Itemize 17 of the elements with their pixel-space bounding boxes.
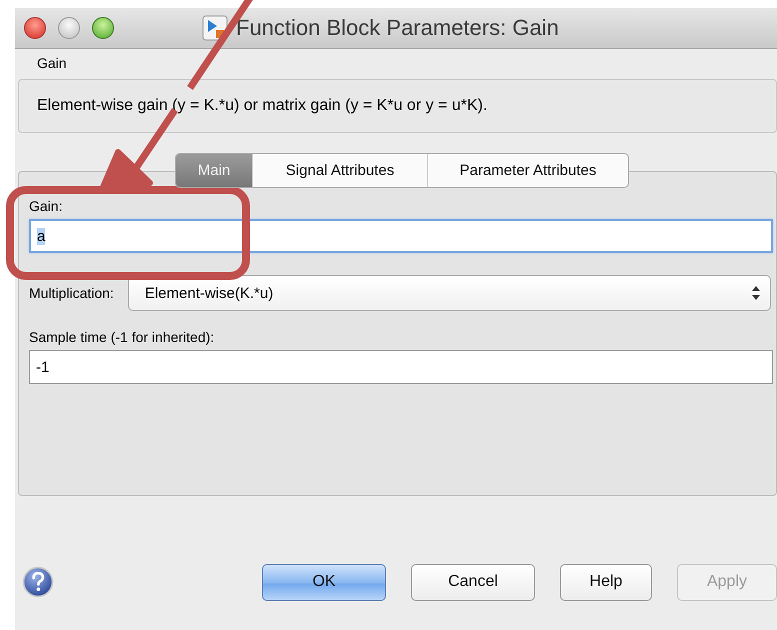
- input-field[interactable]: -1: [29, 350, 773, 384]
- block-name: Gain: [36, 54, 68, 73]
- ok-button[interactable]: OK: [262, 564, 386, 600]
- close-button[interactable]: [24, 17, 46, 39]
- dropdown[interactable]: Element-wise(K.*u): [128, 275, 771, 311]
- tab[interactable]: Signal Attributes: [252, 154, 427, 187]
- window-title: Function Block Parameters: Gain: [236, 15, 559, 41]
- dialog-button[interactable]: Help: [560, 564, 652, 600]
- minimize-button[interactable]: [58, 17, 80, 39]
- block-icon: [202, 15, 228, 41]
- input-field[interactable]: a: [29, 219, 773, 253]
- field-label: Sample time (-1 for inherited):: [29, 329, 216, 345]
- field-label: Multiplication:: [29, 285, 114, 301]
- zoom-button[interactable]: [92, 17, 114, 39]
- field-label: Gain:: [29, 198, 64, 214]
- stepper-arrows-icon: [752, 286, 760, 300]
- dialog-button[interactable]: Cancel: [411, 564, 535, 600]
